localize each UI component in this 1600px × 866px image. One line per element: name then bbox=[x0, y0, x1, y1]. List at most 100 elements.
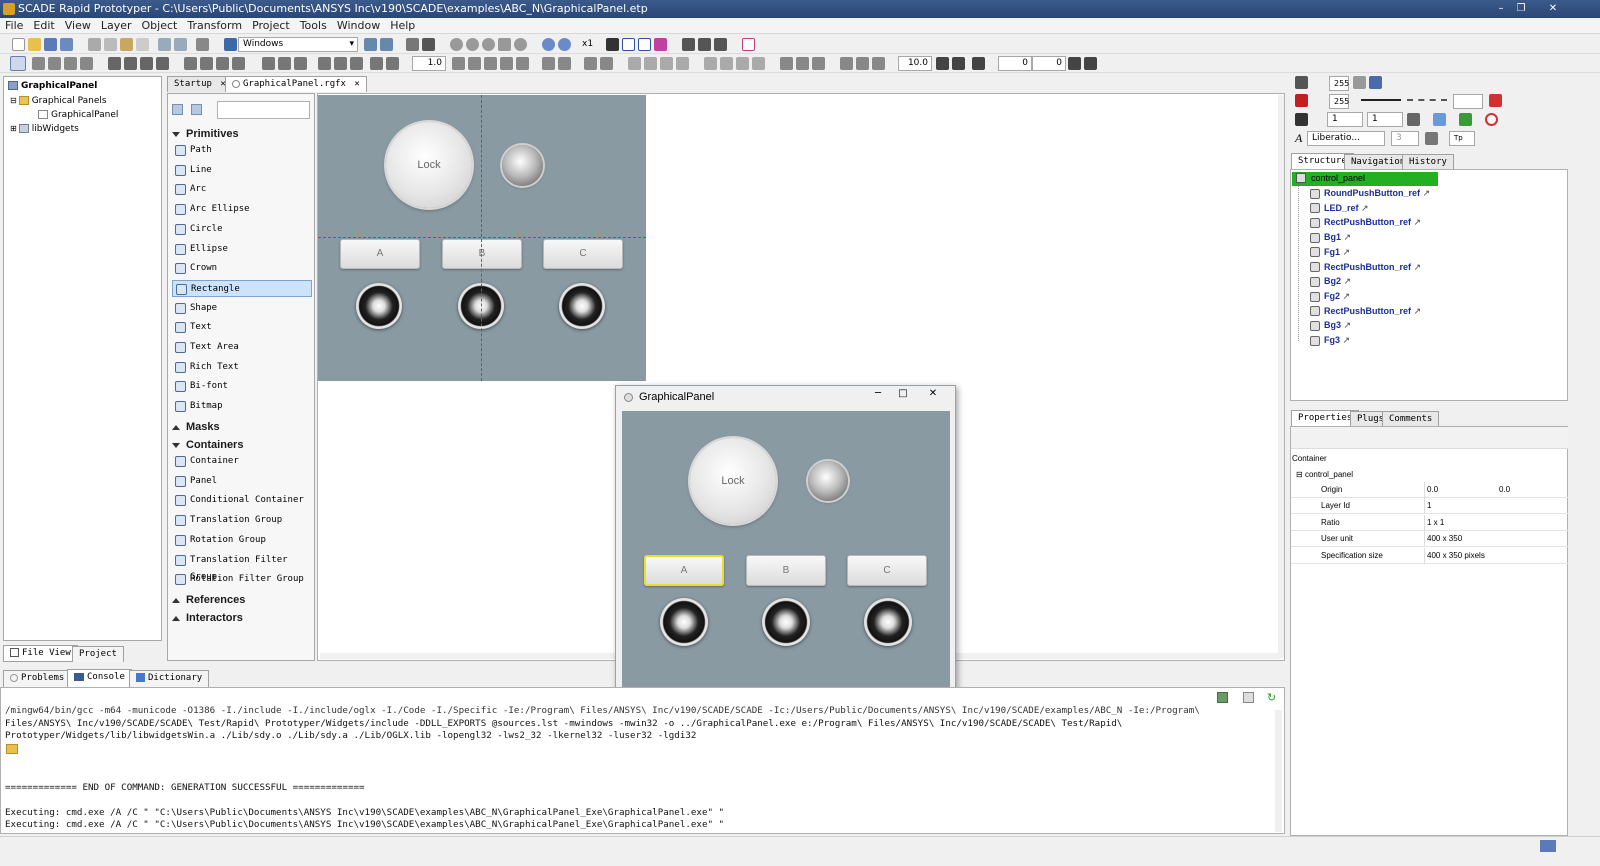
splitter[interactable] bbox=[1290, 402, 1568, 408]
mirror-2-icon[interactable] bbox=[720, 57, 733, 70]
send-back-icon[interactable] bbox=[156, 57, 169, 70]
stop-icon[interactable] bbox=[514, 38, 527, 51]
arrange-2-icon[interactable] bbox=[468, 57, 481, 70]
origin-icon[interactable] bbox=[972, 57, 985, 70]
tab-startup[interactable]: Startup ✕ bbox=[167, 76, 233, 92]
menu-help[interactable]: Help bbox=[385, 18, 420, 34]
palette-view-icon[interactable] bbox=[172, 104, 183, 115]
property-row[interactable]: Specification size 400 x 350 pixels bbox=[1291, 547, 1568, 564]
distribute-v-icon[interactable] bbox=[318, 57, 331, 70]
rotate-tool-icon[interactable] bbox=[48, 57, 61, 70]
font-size-select[interactable]: 3 bbox=[1391, 131, 1419, 146]
palette-item-text[interactable]: Text bbox=[172, 319, 312, 336]
menu-project[interactable]: Project bbox=[247, 18, 295, 34]
tree-item-graphicalpanel[interactable]: GraphicalPanel bbox=[38, 110, 118, 120]
hide-icon[interactable] bbox=[812, 57, 825, 70]
unlock-icon[interactable] bbox=[796, 57, 809, 70]
menu-object[interactable]: Object bbox=[137, 18, 183, 34]
line-width-field[interactable]: 1.0 bbox=[412, 56, 446, 71]
guide-icon[interactable] bbox=[714, 38, 727, 51]
menu-file[interactable]: File bbox=[0, 18, 28, 34]
tab-graphicalpanel-rgfx[interactable]: GraphicalPanel.rgfx ✕ bbox=[225, 76, 367, 92]
align-left-icon[interactable] bbox=[184, 57, 197, 70]
structure-item[interactable]: Fg3 ↗ bbox=[1310, 335, 1350, 346]
palette-list-icon[interactable] bbox=[191, 104, 202, 115]
find-icon[interactable] bbox=[196, 38, 209, 51]
property-row[interactable]: User unit 400 x 350 bbox=[1291, 531, 1568, 548]
property-value-2[interactable]: 0.0 bbox=[1499, 482, 1510, 498]
fill-alpha-field[interactable]: 255 bbox=[1329, 76, 1349, 91]
union-icon[interactable] bbox=[542, 57, 555, 70]
ungroup-icon[interactable] bbox=[124, 57, 137, 70]
rotate-180-icon[interactable] bbox=[676, 57, 689, 70]
property-value[interactable]: 1 bbox=[1427, 498, 1431, 514]
flip-v-icon[interactable] bbox=[386, 57, 399, 70]
arrange-4-icon[interactable] bbox=[500, 57, 513, 70]
exclude-icon[interactable] bbox=[600, 57, 613, 70]
width-field-1[interactable]: 1 bbox=[1327, 112, 1363, 127]
help-pointer-icon[interactable] bbox=[422, 38, 435, 51]
palette-item-arc[interactable]: Arc bbox=[172, 181, 312, 198]
palette-section-references[interactable]: References bbox=[172, 594, 312, 606]
align-center-icon[interactable] bbox=[200, 57, 213, 70]
arrange-5-icon[interactable] bbox=[516, 57, 529, 70]
palette-item-container[interactable]: Container bbox=[172, 453, 312, 470]
flip-h-icon[interactable] bbox=[370, 57, 383, 70]
collapse-icon[interactable]: ⊟ bbox=[10, 96, 17, 105]
align-top-icon[interactable] bbox=[232, 57, 245, 70]
reset-icon[interactable] bbox=[498, 38, 511, 51]
close-icon[interactable]: ✕ bbox=[1544, 2, 1562, 15]
structure-item[interactable]: RectPushButton_ref ↗ bbox=[1310, 262, 1421, 273]
menu-tools[interactable]: Tools bbox=[295, 18, 332, 34]
grid-size-field[interactable]: 10.0 bbox=[898, 56, 932, 71]
design-canvas[interactable]: Lock A B C bbox=[318, 95, 646, 381]
no-fill-icon[interactable] bbox=[1485, 113, 1498, 126]
pattern-icon[interactable] bbox=[1407, 113, 1420, 126]
delete-icon[interactable] bbox=[136, 38, 149, 51]
palette-item-bi-font[interactable]: Bi-font bbox=[172, 378, 312, 395]
run-icon[interactable] bbox=[450, 38, 463, 51]
platform-select[interactable]: Windows ▾ bbox=[238, 37, 358, 52]
layer-up-icon[interactable] bbox=[840, 57, 853, 70]
refresh-icon[interactable]: ↻ bbox=[1267, 692, 1278, 703]
palette-item-text-area[interactable]: Text Area bbox=[172, 339, 312, 356]
mirror-3-icon[interactable] bbox=[736, 57, 749, 70]
align-right-icon[interactable] bbox=[216, 57, 229, 70]
align-bottom-icon[interactable] bbox=[278, 57, 291, 70]
line-cap-select[interactable] bbox=[1453, 94, 1483, 109]
structure-item[interactable]: LED_ref ↗ bbox=[1310, 203, 1369, 214]
distribute-h-icon[interactable] bbox=[294, 57, 307, 70]
structure-item[interactable]: Fg1 ↗ bbox=[1310, 247, 1350, 258]
property-value[interactable]: 400 x 350 pixels bbox=[1427, 548, 1485, 564]
preview-rect-button-b[interactable]: B bbox=[746, 555, 826, 586]
save-all-icon[interactable] bbox=[60, 38, 73, 51]
property-row[interactable]: Ratio 1 x 1 bbox=[1291, 514, 1568, 531]
palette-item-shape[interactable]: Shape bbox=[172, 300, 312, 317]
gradient-icon[interactable] bbox=[1459, 113, 1472, 126]
menu-view[interactable]: View bbox=[60, 18, 96, 34]
palette-item-line[interactable]: Line bbox=[172, 162, 312, 179]
property-row[interactable]: Layer Id 1 bbox=[1291, 498, 1568, 515]
palette-item-conditional-container[interactable]: Conditional Container bbox=[172, 492, 312, 509]
move-icon[interactable] bbox=[606, 38, 619, 51]
arrange-3-icon[interactable] bbox=[484, 57, 497, 70]
node-tool-icon[interactable] bbox=[32, 57, 45, 70]
palette-section-interactors[interactable]: Interactors bbox=[172, 612, 312, 624]
minimize-icon[interactable]: – bbox=[1492, 2, 1510, 15]
copy-icon[interactable] bbox=[104, 38, 117, 51]
new-icon[interactable] bbox=[12, 38, 25, 51]
undo-icon[interactable] bbox=[158, 38, 171, 51]
rect-button-a[interactable]: A bbox=[340, 239, 420, 269]
save-icon[interactable] bbox=[44, 38, 57, 51]
structure-root-selected[interactable]: control_panel bbox=[1292, 172, 1438, 186]
zoom-out-icon[interactable] bbox=[558, 38, 571, 51]
fill-mode-icon[interactable] bbox=[1353, 76, 1366, 89]
rotate-right-icon[interactable] bbox=[644, 57, 657, 70]
property-value[interactable]: 0.0 bbox=[1427, 482, 1438, 498]
mirror-icon[interactable] bbox=[704, 57, 717, 70]
line-color-icon[interactable] bbox=[1295, 94, 1308, 107]
rebuild-icon[interactable] bbox=[380, 38, 393, 51]
snap-grid-icon[interactable] bbox=[952, 57, 965, 70]
palette-item-translation-filter-group[interactable]: Translation Filter Group bbox=[172, 552, 312, 582]
minimize-icon[interactable]: ─ bbox=[868, 388, 888, 402]
